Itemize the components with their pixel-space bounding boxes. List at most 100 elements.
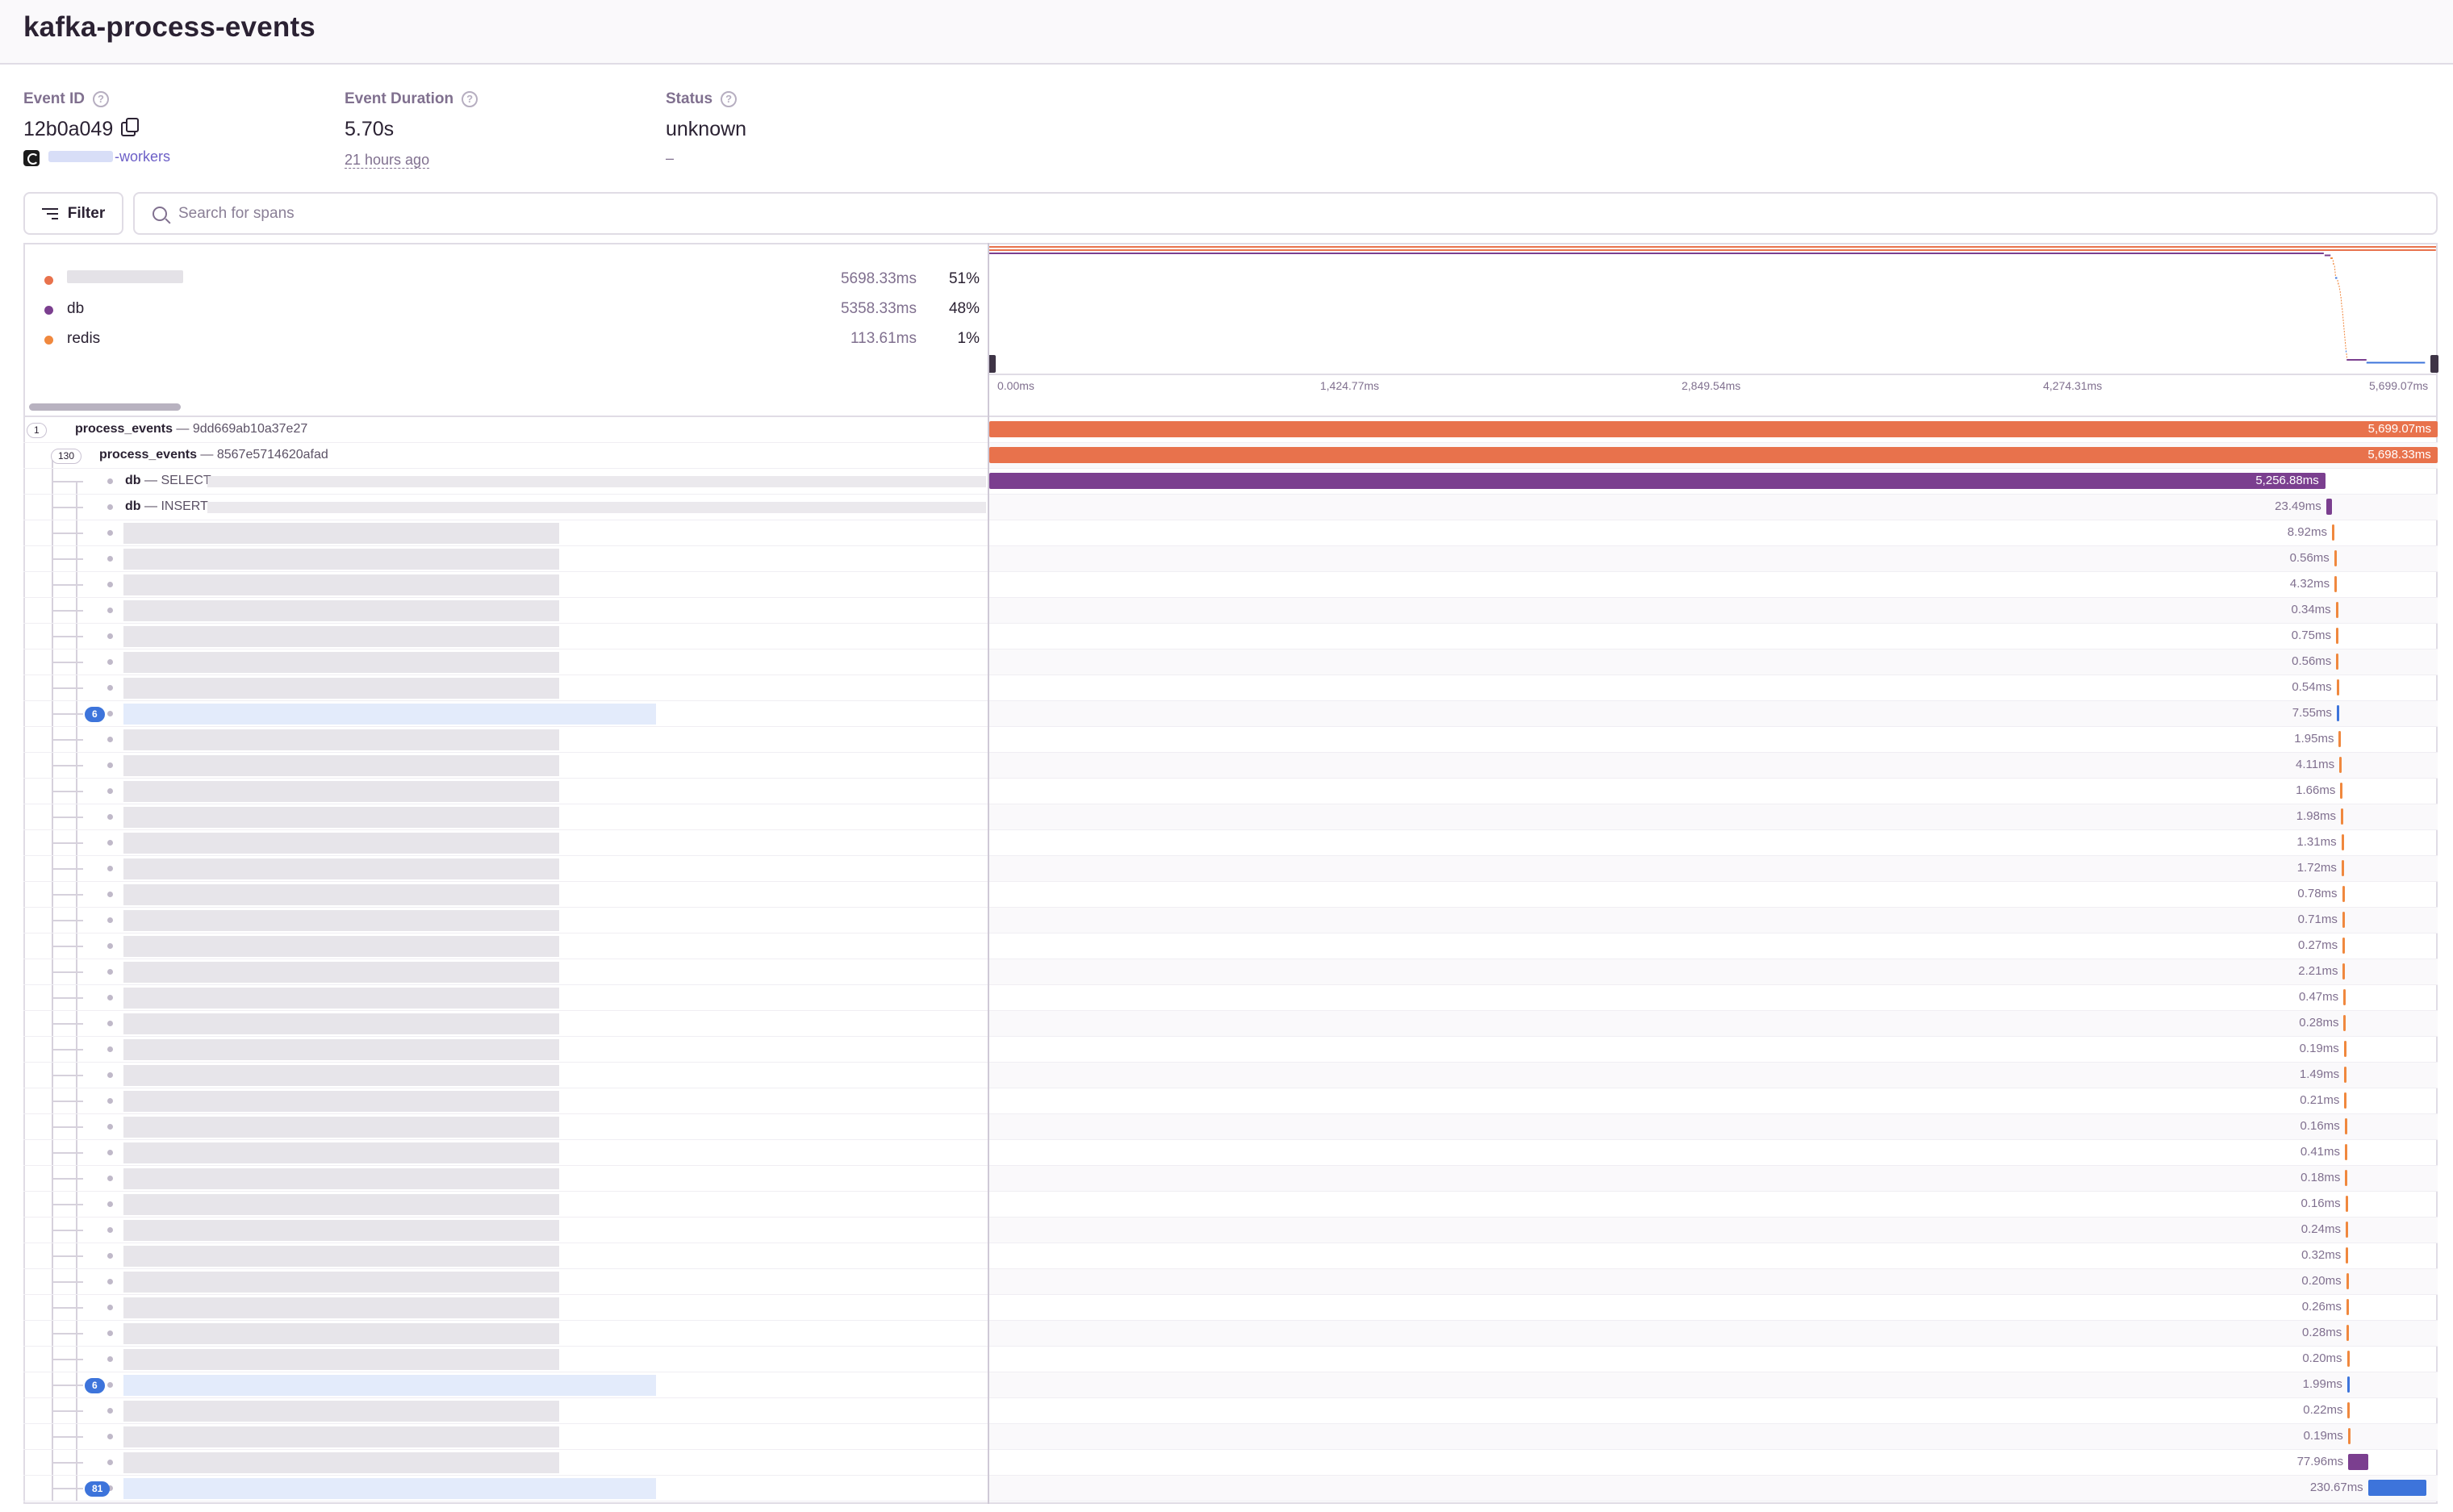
span-row[interactable]: 1.31ms	[23, 830, 2438, 856]
span-row[interactable]: 0.41ms	[23, 1140, 2438, 1166]
span-row[interactable]: 1.66ms	[23, 779, 2438, 804]
span-children-badge[interactable]: 130	[51, 449, 82, 464]
minimap-right-handle[interactable]	[2430, 355, 2438, 373]
span-duration-bar[interactable]	[2344, 1092, 2347, 1109]
span-row[interactable]: 0.21ms	[23, 1088, 2438, 1114]
span-children-badge[interactable]: 1	[27, 423, 47, 438]
span-row[interactable]: 4.32ms	[23, 572, 2438, 598]
span-duration-bar[interactable]	[2344, 1067, 2347, 1083]
span-duration-bar[interactable]	[2346, 1376, 2350, 1393]
span-row[interactable]: 0.78ms	[23, 882, 2438, 908]
span-row[interactable]: 0.71ms	[23, 908, 2438, 934]
span-row[interactable]: 81 230.67ms	[23, 1476, 2438, 1502]
span-row[interactable]: 0.27ms	[23, 934, 2438, 959]
copy-icon[interactable]	[121, 118, 140, 136]
span-duration-bar[interactable]	[2334, 576, 2338, 592]
span-row[interactable]: 4.11ms	[23, 753, 2438, 779]
span-row[interactable]: 0.56ms	[23, 546, 2438, 572]
span-row[interactable]: 6 7.55ms	[23, 701, 2438, 727]
span-row[interactable]: 6 1.99ms	[23, 1372, 2438, 1398]
span-duration-bar[interactable]	[2335, 602, 2338, 618]
span-row[interactable]: 0.16ms	[23, 1114, 2438, 1140]
span-row[interactable]: 1.98ms	[23, 804, 2438, 830]
span-row[interactable]: 0.28ms	[23, 1321, 2438, 1347]
span-duration-bar[interactable]	[2346, 1299, 2349, 1315]
span-row[interactable]: 0.24ms	[23, 1218, 2438, 1243]
span-children-badge[interactable]: 81	[85, 1481, 111, 1497]
span-row[interactable]: 1 process_events — 9dd669ab10a37e27 5,699.…	[23, 417, 2438, 443]
span-search-input[interactable]	[178, 204, 2357, 223]
span-duration-bar[interactable]	[2334, 550, 2337, 566]
span-row[interactable]: 0.26ms	[23, 1295, 2438, 1321]
horizontal-scrollbar[interactable]	[29, 403, 181, 411]
span-duration-bar[interactable]	[2341, 834, 2344, 850]
span-row[interactable]: 0.54ms	[23, 675, 2438, 701]
span-duration-bar[interactable]	[2343, 1041, 2346, 1057]
span-duration-bar[interactable]	[2340, 783, 2343, 799]
span-duration-bar[interactable]	[2326, 499, 2333, 515]
span-row[interactable]: db — INSERT 23.49ms	[23, 495, 2438, 520]
span-row[interactable]: 0.32ms	[23, 1243, 2438, 1269]
span-row[interactable]: db — SELECT 5,256.88ms	[23, 469, 2438, 495]
event-time-ago[interactable]: 21 hours ago	[345, 152, 430, 169]
span-row[interactable]: 0.18ms	[23, 1166, 2438, 1192]
span-row[interactable]: 130 process_events — 8567e5714620afad 5,69…	[23, 443, 2438, 469]
span-row[interactable]: 0.34ms	[23, 598, 2438, 624]
span-duration-bar[interactable]	[2344, 1118, 2347, 1134]
span-row[interactable]: 0.16ms	[23, 1192, 2438, 1218]
span-row[interactable]: 0.56ms	[23, 649, 2438, 675]
span-children-badge[interactable]: 6	[85, 1378, 105, 1393]
span-duration-bar[interactable]	[989, 473, 2326, 489]
span-duration-bar[interactable]	[2340, 808, 2343, 825]
span-duration-bar[interactable]	[2345, 1196, 2348, 1212]
span-row[interactable]: 1.95ms	[23, 727, 2438, 753]
span-duration-bar[interactable]	[2346, 1247, 2349, 1263]
span-duration-bar[interactable]	[2346, 1351, 2350, 1367]
trace-minimap[interactable]	[989, 244, 2436, 374]
span-duration-bar[interactable]	[2345, 1170, 2348, 1186]
span-duration-bar[interactable]	[2336, 654, 2339, 670]
span-row[interactable]: 1.49ms	[23, 1063, 2438, 1088]
span-duration-bar[interactable]	[2342, 912, 2345, 928]
span-row[interactable]: 8.92ms	[23, 520, 2438, 546]
span-row[interactable]: 0.19ms	[23, 1424, 2438, 1450]
span-duration-bar[interactable]	[989, 421, 2438, 437]
span-row[interactable]: 0.22ms	[23, 1398, 2438, 1424]
span-duration-bar[interactable]	[2339, 757, 2342, 773]
span-row[interactable]: 0.75ms	[23, 624, 2438, 649]
span-duration-bar[interactable]	[2338, 731, 2342, 747]
span-duration-bar[interactable]	[2341, 860, 2344, 876]
span-duration-bar[interactable]	[2331, 524, 2334, 541]
span-duration-bar[interactable]	[2345, 1222, 2348, 1238]
project-link[interactable]: -workers	[48, 148, 170, 165]
span-duration-bar[interactable]	[2345, 1144, 2348, 1160]
span-duration-bar[interactable]	[2348, 1454, 2368, 1470]
help-icon[interactable]: ?	[93, 91, 110, 107]
help-icon[interactable]: ?	[721, 91, 738, 107]
span-duration-bar[interactable]	[2346, 1273, 2349, 1289]
span-duration-bar[interactable]	[2336, 705, 2339, 721]
span-row[interactable]: 0.19ms	[23, 1037, 2438, 1063]
pane-divider[interactable]	[988, 243, 989, 1504]
span-children-badge[interactable]: 6	[85, 707, 105, 722]
span-row[interactable]: 0.20ms	[23, 1347, 2438, 1372]
span-search[interactable]	[133, 192, 2438, 235]
help-icon[interactable]: ?	[462, 91, 478, 107]
span-row[interactable]: 0.20ms	[23, 1269, 2438, 1295]
span-row[interactable]: 0.47ms	[23, 985, 2438, 1011]
span-duration-bar[interactable]	[2342, 886, 2345, 902]
span-duration-bar[interactable]	[2343, 1015, 2346, 1031]
span-duration-bar[interactable]	[2342, 938, 2346, 954]
span-row[interactable]: 1.72ms	[23, 856, 2438, 882]
span-duration-bar[interactable]	[2367, 1480, 2427, 1496]
filter-button[interactable]: Filter	[23, 192, 123, 235]
span-duration-bar[interactable]	[2336, 679, 2339, 695]
span-duration-bar[interactable]	[989, 447, 2438, 463]
span-duration-bar[interactable]	[2343, 989, 2346, 1005]
span-row[interactable]: 2.21ms	[23, 959, 2438, 985]
span-duration-bar[interactable]	[2346, 1325, 2350, 1341]
span-duration-bar[interactable]	[2347, 1428, 2351, 1444]
span-duration-bar[interactable]	[2335, 628, 2338, 644]
span-row[interactable]: 77.96ms	[23, 1450, 2438, 1476]
span-row[interactable]: 0.28ms	[23, 1011, 2438, 1037]
